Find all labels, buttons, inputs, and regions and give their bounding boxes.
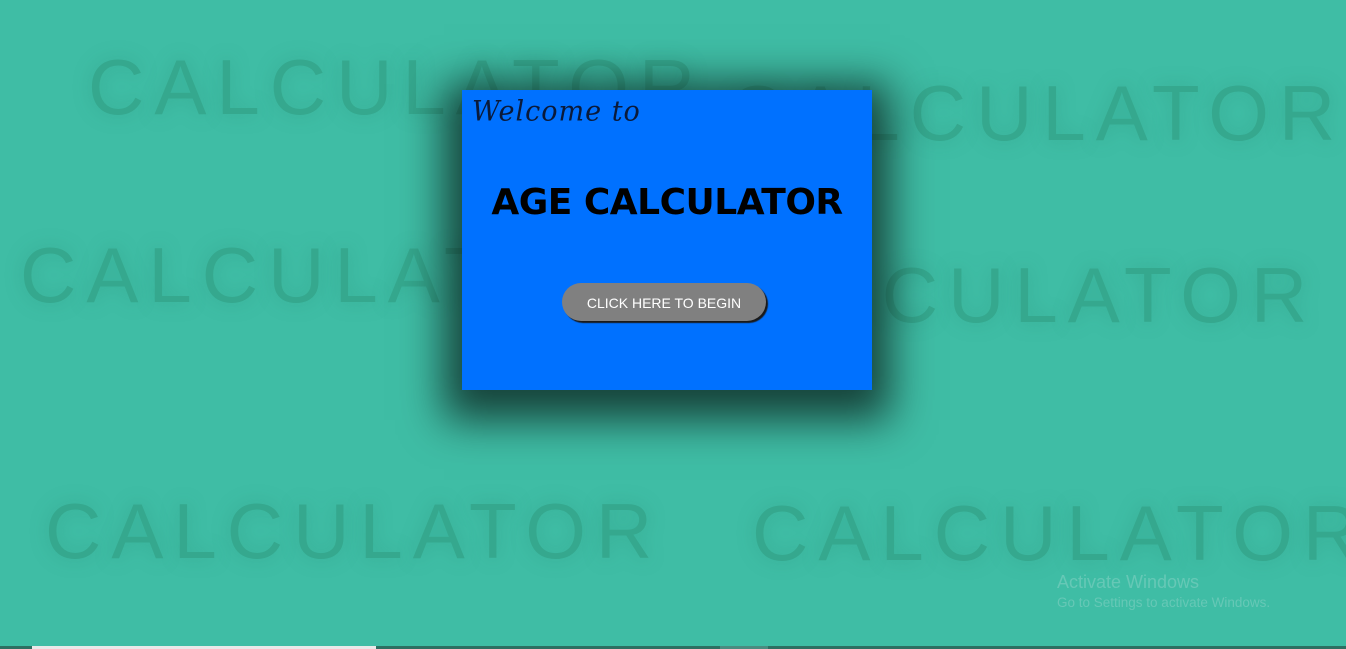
activation-subtitle: Go to Settings to activate Windows.	[1057, 595, 1271, 610]
background-watermark-text: CALCULATOR	[752, 489, 1346, 577]
welcome-text: Welcome to	[472, 95, 641, 128]
windows-activation-notice: Activate Windows Go to Settings to activ…	[1057, 571, 1270, 613]
background-watermark-text: CALCULATOR	[45, 487, 663, 575]
activation-title: Activate Windows	[1057, 572, 1200, 592]
begin-button[interactable]: CLICK HERE TO BEGIN	[562, 283, 766, 321]
page-title: AGE CALCULATOR	[491, 182, 843, 223]
welcome-modal: Welcome to AGE CALCULATOR CLICK HERE TO …	[462, 90, 872, 390]
